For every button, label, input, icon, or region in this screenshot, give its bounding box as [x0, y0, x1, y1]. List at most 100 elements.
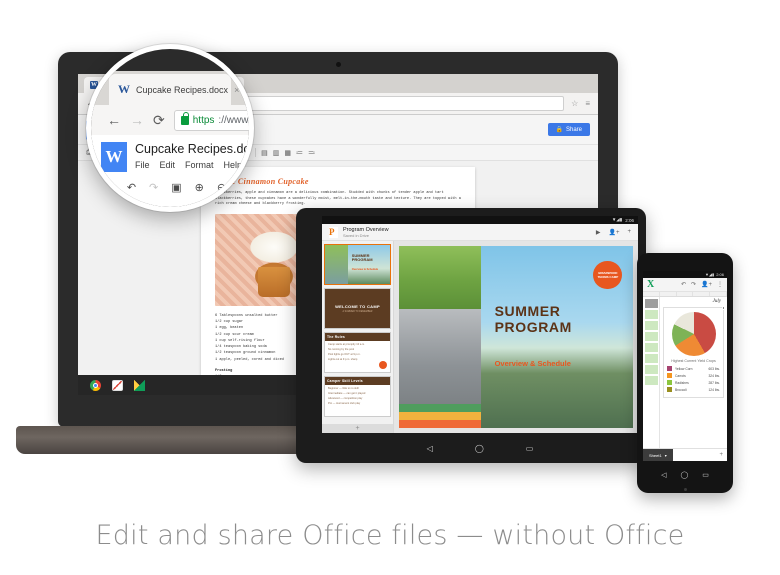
deck-title[interactable]: Program Overview [343, 227, 389, 233]
lock-small-icon: 🔒 [555, 127, 563, 133]
reload-icon[interactable]: ⟳ [153, 112, 165, 129]
redo-icon[interactable]: ↷ [691, 281, 696, 288]
recipe-title: Apple Cinnamon Cupcake [215, 177, 309, 186]
magnified-address-bar[interactable]: https ://www.go [173, 109, 249, 131]
cell[interactable] [644, 365, 658, 374]
menu-format[interactable]: Format [185, 160, 214, 170]
pie-chart [671, 312, 716, 356]
chart-title: Highest Current Yield Crops [671, 359, 716, 363]
legend-swatch [667, 387, 672, 392]
spreadsheet-grid[interactable]: July Highest Current Yield Crops Yellow … [643, 297, 727, 448]
magnified-tab[interactable]: W Cupcake Recipes.docx × [109, 74, 239, 105]
chart-legend: Yellow Corn 603 lbs. Carrots 324 lbs. Ra… [667, 366, 720, 392]
slide-title: SUMMER PROGRAM [495, 304, 572, 335]
home-nav-icon[interactable]: ◯ [475, 444, 484, 453]
slide-thumbnail[interactable]: Camper Skill Levels Beginner — little to… [324, 376, 391, 417]
sheets-actions: ↶ ↷ 👤+ ⋮ [681, 281, 723, 288]
numbered-list-button[interactable]: ≔ [296, 149, 303, 157]
cell[interactable] [644, 354, 658, 363]
sheet-content[interactable]: July Highest Current Yield Crops Yellow … [660, 297, 727, 448]
slide-thumbnail[interactable]: The Rules Camp starts at promptly 10 a.m… [324, 332, 391, 373]
add-sheet-button[interactable]: + [719, 452, 723, 458]
phone-screen: ▼◢▮ 2:06 X ↶ ↷ 👤+ ⋮ July Highest Current… [643, 271, 727, 461]
back-nav-icon[interactable]: ◁ [661, 471, 666, 479]
cell[interactable] [644, 299, 658, 308]
apps-launcher-icon[interactable] [156, 380, 167, 391]
close-icon[interactable]: × [234, 85, 239, 95]
paint-format-icon[interactable]: ▣ [171, 181, 181, 194]
align-left-button[interactable]: ▤ [261, 149, 268, 157]
menu-file[interactable]: File [135, 160, 150, 170]
print-icon[interactable]: ⎙ [105, 181, 114, 194]
legend-label: Broccoli [675, 387, 687, 392]
overflow-menu-icon[interactable]: ⋮ [717, 281, 723, 288]
kids-running-photo [399, 246, 481, 310]
status-time: 2:06 [716, 272, 724, 277]
drive-icon[interactable] [134, 379, 145, 391]
share-button[interactable]: 🔒 Share [547, 123, 590, 136]
add-person-icon[interactable]: 👤+ [609, 229, 620, 236]
accent-bars [399, 404, 481, 428]
column-a-cells[interactable] [643, 297, 660, 448]
cell[interactable] [644, 343, 658, 352]
back-nav-icon[interactable]: ◁ [427, 444, 433, 453]
tablet-nav-bar: ◁ ◯ ▭ [322, 437, 638, 459]
add-icon[interactable]: + [627, 229, 631, 236]
legend-value: 287 lbs. [708, 380, 720, 385]
menu-edit[interactable]: Edit [160, 160, 176, 170]
bullet-list-button[interactable]: ≕ [308, 149, 315, 157]
chrome-icon[interactable] [90, 379, 101, 391]
zoom-in-icon[interactable]: ⊕ [195, 181, 204, 194]
magnified-recipe-peek: Apple Cinn [220, 198, 251, 205]
legend-value: 124 lbs. [708, 387, 720, 392]
current-slide[interactable]: BRIARWOOD TENNIS CAMP SUMMER PROGRAM Ove… [399, 246, 633, 428]
promo-caption: Edit and share Office files — without Of… [95, 520, 685, 551]
resize-handle[interactable] [721, 306, 725, 310]
add-slide-button[interactable]: + [322, 424, 393, 433]
redo-icon[interactable]: ↷ [149, 181, 158, 194]
recents-nav-icon[interactable]: ▭ [702, 471, 709, 479]
slide-thumbnail[interactable]: WELCOME TO CAMP A SUMMER TO REMEMBER [324, 288, 391, 329]
deck-save-status: Saved in Drive [343, 232, 370, 238]
back-icon[interactable]: ← [107, 112, 121, 128]
slide-thumbnail-panel[interactable]: SUMMER PROGRAM Overview & Schedule WELCO… [322, 241, 394, 433]
gmail-icon[interactable] [112, 379, 123, 391]
chart-object[interactable]: Highest Current Yield Crops Yellow Corn … [663, 306, 725, 398]
legend-label: Yellow Corn [675, 366, 693, 371]
thumbnail-title: The Rules [325, 333, 390, 341]
magnifier-loupe: W Cupcake Recipes.docx × ← → ⟳ https ://… [86, 44, 254, 212]
bookmark-star-icon[interactable]: ☆ [571, 99, 578, 108]
present-play-icon[interactable]: ▶ [596, 229, 601, 236]
cell[interactable] [644, 332, 658, 341]
align-right-button[interactable]: ▦ [284, 149, 291, 157]
add-person-icon[interactable]: 👤+ [701, 281, 712, 288]
slides-actions: ▶ 👤+ + [596, 229, 631, 236]
status-time: 2:06 [625, 217, 634, 223]
menu-help[interactable]: Help [224, 160, 243, 170]
home-nav-icon[interactable]: ◯ [680, 471, 688, 479]
webcam-icon [335, 62, 341, 67]
legend-item: Broccoli 124 lbs. [667, 387, 720, 392]
slides-workspace: SUMMER PROGRAM Overview & Schedule WELCO… [322, 241, 638, 433]
undo-icon[interactable]: ↶ [681, 281, 686, 288]
cell[interactable] [644, 376, 658, 385]
recents-nav-icon[interactable]: ▭ [526, 444, 534, 453]
align-center-button[interactable]: ▥ [273, 149, 280, 157]
share-label: Share [565, 126, 582, 133]
undo-icon[interactable]: ↶ [127, 181, 136, 194]
menu-icon[interactable]: ≡ [585, 99, 590, 108]
promo-screenshot: W Cupcake Recipes.docx × ← → ⟳ https ://… [0, 0, 780, 575]
thumbnail-bullets: Beginner — little to no skill Intermedia… [325, 385, 390, 409]
slide-thumbnail[interactable]: SUMMER PROGRAM Overview & Schedule [324, 244, 391, 285]
cell[interactable] [644, 321, 658, 330]
chevron-down-icon[interactable]: ▾ [665, 453, 667, 458]
legend-value: 324 lbs. [708, 373, 720, 378]
zoom-out-icon[interactable]: ⊖ [217, 181, 226, 194]
forward-icon[interactable]: → [130, 112, 144, 128]
cell[interactable] [644, 310, 658, 319]
slide-title-line1: SUMMER [494, 303, 561, 320]
magnified-document-title[interactable]: Cupcake Recipes.docx [135, 142, 249, 156]
slide-stage[interactable]: BRIARWOOD TENNIS CAMP SUMMER PROGRAM Ove… [394, 241, 638, 433]
magnifier-content: W Cupcake Recipes.docx × ← → ⟳ https ://… [91, 49, 249, 207]
sheet-tab[interactable]: Sheet1 ▾ [643, 449, 673, 461]
